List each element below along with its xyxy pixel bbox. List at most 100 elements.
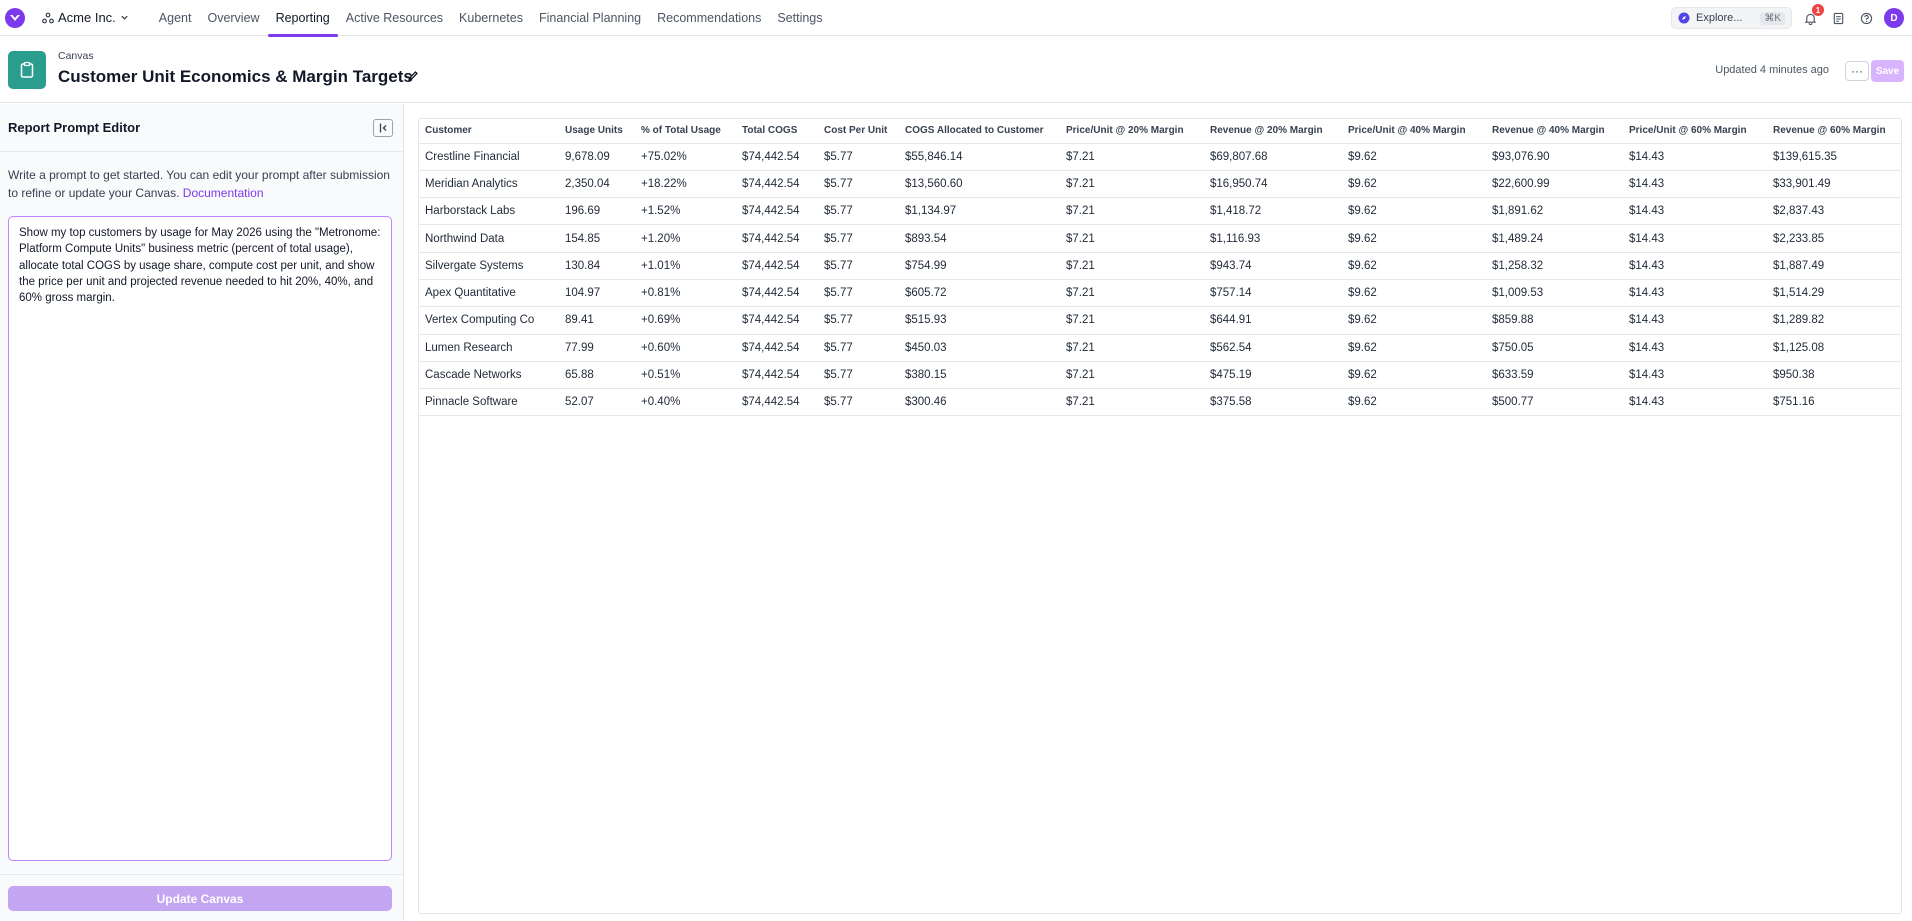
customer-cell: Meridian Analytics [419,170,559,199]
column-header[interactable]: Price/Unit @ 60% Margin [1623,119,1767,144]
table-row: Pinnacle Software 52.07 +0.40% $74,442.54 $5… [419,388,1901,417]
table-cell: $74,442.54 [736,197,818,226]
table-cell: $1,125.08 [1767,334,1901,362]
table-cell: $69,807.68 [1204,143,1342,171]
save-button[interactable]: Save [1871,60,1904,82]
table-cell: $74,442.54 [736,170,818,199]
documentation-link[interactable]: Documentation [183,186,264,200]
more-options-button[interactable]: ··· [1845,61,1869,81]
table-cell: $1,258.32 [1486,252,1623,280]
table-cell: $5.77 [818,224,899,253]
table-cell: 52.07 [559,388,635,417]
table-row: Meridian Analytics 2,350.04 +18.22% $74,442… [419,170,1901,199]
explore-button[interactable]: Explore... ⌘K [1671,7,1792,29]
nav-tab-settings[interactable]: Settings [769,0,830,36]
report-table: Customer Usage Units% of Total Usage Total… [419,119,1901,417]
collapse-panel-button[interactable] [373,118,393,137]
customer-cell: Silvergate Systems [419,252,559,280]
update-canvas-button[interactable]: Update Canvas [8,886,392,911]
table-cell: $9.62 [1342,306,1486,335]
nav-tab-agent[interactable]: Agent [151,0,200,36]
table-cell: $5.77 [818,361,899,390]
table-cell: $5.77 [818,143,899,171]
canvas-header: Canvas Customer Unit Economics & Margin … [0,37,1912,103]
table-cell: $16,950.74 [1204,170,1342,199]
table-cell: $750.05 [1486,334,1623,362]
nav-tab-overview[interactable]: Overview [199,0,267,36]
table-cell: $74,442.54 [736,306,818,335]
column-header[interactable]: Usage Units [559,119,635,144]
table-cell: $9.62 [1342,224,1486,253]
table-cell: $74,442.54 [736,279,818,308]
table-cell: $633.59 [1486,361,1623,390]
column-header[interactable]: Price/Unit @ 40% Margin [1342,119,1486,144]
edit-title-button[interactable] [407,70,419,85]
table-cell: $2,233.85 [1767,224,1901,253]
column-header[interactable]: % of Total Usage [635,119,736,144]
customer-cell: Vertex Computing Co [419,306,559,335]
table-cell: $605.72 [899,279,1060,308]
prompt-editor-panel: Report Prompt Editor Write a prompt to g… [0,104,404,921]
table-cell: 9,678.09 [559,143,635,171]
customer-cell: Cascade Networks [419,361,559,390]
column-header[interactable]: Total COGS [736,119,818,144]
help-button[interactable] [1856,8,1876,28]
table-cell: $14.43 [1623,197,1767,226]
table-cell: $55,846.14 [899,143,1060,171]
help-icon [1860,12,1872,24]
table-cell: $7.21 [1060,143,1204,171]
document-icon [1833,12,1843,24]
notifications-button[interactable]: 1 [1800,4,1824,28]
column-header[interactable]: Cost Per Unit [818,119,899,144]
org-switcher[interactable]: Acme Inc. [42,0,129,36]
table-cell: $14.43 [1623,279,1767,308]
table-cell: $1,418.72 [1204,197,1342,226]
table-cell: $9.62 [1342,334,1486,362]
table-cell: $644.91 [1204,306,1342,335]
table-cell: $74,442.54 [736,252,818,280]
table-cell: $7.21 [1060,279,1204,308]
table-cell: $5.77 [818,388,899,417]
table-cell: +0.40% [635,388,736,417]
table-cell: $751.16 [1767,388,1901,417]
table-cell: $33,901.49 [1767,170,1901,199]
nav-tab-kubernetes[interactable]: Kubernetes [451,0,531,36]
table-cell: $7.21 [1060,197,1204,226]
table-cell: $380.15 [899,361,1060,390]
table-cell: $7.21 [1060,252,1204,280]
table-cell: $9.62 [1342,143,1486,171]
top-nav: Acme Inc. Agent Overview Reporting Active R… [0,0,1912,37]
customer-cell: Apex Quantitative [419,279,559,308]
table-cell: 65.88 [559,361,635,390]
editor-title: Report Prompt Editor [8,120,141,135]
breadcrumb[interactable]: Canvas [58,50,94,62]
docs-button[interactable] [1828,8,1848,28]
customer-cell: Harborstack Labs [419,197,559,226]
prompt-input[interactable] [8,216,392,861]
table-cell: $1,887.49 [1767,252,1901,280]
table-cell: $500.77 [1486,388,1623,417]
table-cell: +0.69% [635,306,736,335]
table-cell: $7.21 [1060,224,1204,253]
column-header[interactable]: Revenue @ 60% Margin [1767,119,1901,144]
report-table-container: Customer Usage Units% of Total Usage Total… [418,118,1902,914]
column-header[interactable]: Price/Unit @ 20% Margin [1060,119,1204,144]
column-header[interactable]: COGS Allocated to Customer [899,119,1060,144]
table-cell: +1.01% [635,252,736,280]
table-row: Lumen Research 77.99 +0.60% $74,442.54 $5.77… [419,334,1901,362]
table-cell: $1,489.24 [1486,224,1623,253]
table-cell: $5.77 [818,197,899,226]
table-cell: $7.21 [1060,334,1204,362]
table-cell: $1,289.82 [1767,306,1901,335]
nav-tab-reporting[interactable]: Reporting [267,0,338,37]
editor-footer: Update Canvas [0,874,404,921]
app-logo-icon[interactable] [5,7,25,28]
column-header[interactable]: Revenue @ 20% Margin [1204,119,1342,144]
nav-tab-active-resources[interactable]: Active Resources [338,0,451,36]
page-title: Customer Unit Economics & Margin Targets [58,67,413,86]
column-header[interactable]: Customer [419,119,559,144]
column-header[interactable]: Revenue @ 40% Margin [1486,119,1623,144]
nav-tab-financial-planning[interactable]: Financial Planning [531,0,649,36]
avatar[interactable]: D [1884,8,1904,28]
nav-tab-recommendations[interactable]: Recommendations [649,0,769,36]
